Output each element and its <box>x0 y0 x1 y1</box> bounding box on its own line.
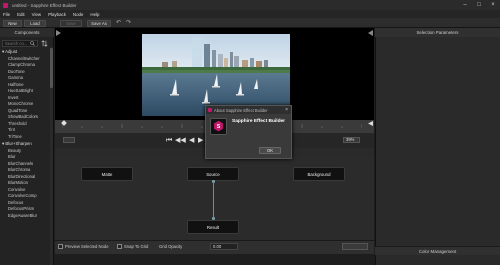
toolbar: New Load Save Save As ↶ ↷ <box>0 18 500 28</box>
menu-bar: File Edit View Playback Node Help <box>0 10 500 18</box>
status-strip <box>55 254 374 265</box>
components-header: Components <box>0 28 54 37</box>
title-bar: untitled - Sapphire Effect Builder <box>0 0 500 10</box>
list-item[interactable]: Convolve <box>8 187 25 193</box>
list-item[interactable]: Halftone <box>8 82 24 88</box>
frame-selector[interactable] <box>63 137 75 143</box>
menu-node[interactable]: Node <box>73 12 84 17</box>
svg-text:S: S <box>217 124 221 130</box>
window-controls: – □ × <box>458 0 500 10</box>
list-item[interactable]: DefocusPrism <box>8 206 34 212</box>
maximize-icon[interactable]: □ <box>472 0 486 10</box>
list-item[interactable]: ShowBadColors <box>8 114 38 120</box>
menu-view[interactable]: View <box>32 12 41 17</box>
sort-icon[interactable] <box>41 40 48 47</box>
list-item[interactable]: Blur <box>8 154 15 160</box>
app-icon <box>208 108 212 112</box>
list-item[interactable]: DuoTone <box>8 69 25 75</box>
node-source[interactable]: Source <box>187 167 239 181</box>
snap-to-grid-label: Snap To Grid <box>124 243 149 249</box>
menu-file[interactable]: File <box>3 12 10 17</box>
menu-playback[interactable]: Playback <box>48 12 66 17</box>
search-icon[interactable] <box>30 41 35 46</box>
dialog-app-name: Sapphire Effect Builder <box>232 119 286 124</box>
node-matte[interactable]: Matte <box>81 167 133 181</box>
list-item[interactable]: BlurChannels <box>8 161 33 167</box>
list-item[interactable]: ConvolveComp <box>8 193 37 199</box>
list-item[interactable]: Invert <box>8 95 18 101</box>
new-button[interactable]: New <box>3 19 22 27</box>
color-management-header[interactable]: Color Management <box>375 246 500 255</box>
list-item[interactable]: Beauty <box>8 148 21 154</box>
preview-image <box>142 34 290 116</box>
list-item[interactable]: ChannelSwitcher <box>8 56 40 62</box>
list-item[interactable]: Threshold <box>8 121 27 127</box>
list-item[interactable]: ClampChroma <box>8 62 35 68</box>
selection-parameters-header: Selection Parameters <box>375 28 500 37</box>
app-icon <box>3 2 8 8</box>
list-item[interactable]: QuadTone <box>8 108 27 114</box>
components-scroll-thumb[interactable] <box>50 48 53 88</box>
grid-opacity-input[interactable]: 0.00 <box>210 243 238 250</box>
dialog-title: About Sapphire Effect Builder <box>214 107 268 113</box>
list-item[interactable]: HueSatBright <box>8 88 33 94</box>
snap-to-grid-checkbox[interactable] <box>117 244 122 249</box>
group-blur-sharpen[interactable]: ▾ Blur+Sharpen <box>2 141 32 147</box>
reverse-icon[interactable]: ◀ <box>189 137 194 144</box>
step-back-icon[interactable]: ◀◀ <box>175 137 186 144</box>
sapphire-logo-icon: S <box>210 118 227 135</box>
list-item[interactable]: Gamma <box>8 75 23 81</box>
dialog-title-bar: About Sapphire Effect Builder × <box>206 106 291 114</box>
zoom-select[interactable]: 39% <box>343 137 360 143</box>
undo-icon[interactable]: ↶ <box>115 20 122 26</box>
node-result[interactable]: Result <box>187 220 239 234</box>
node-connection <box>213 181 214 219</box>
preview-selected-checkbox[interactable] <box>58 244 63 249</box>
window-title: untitled - Sapphire Effect Builder <box>12 2 77 8</box>
about-dialog: About Sapphire Effect Builder × S Sapphi… <box>205 105 292 159</box>
close-icon[interactable]: × <box>285 107 288 113</box>
list-item[interactable]: Defocus <box>8 200 23 206</box>
node-background[interactable]: Background <box>293 167 345 181</box>
preview-selected-label: Preview Selected Node <box>65 243 109 249</box>
viewer-corner-right-icon <box>368 30 373 36</box>
minimize-icon[interactable]: – <box>458 0 472 10</box>
grid-opacity-label: Grid Opacity <box>159 243 183 249</box>
load-button[interactable]: Load <box>24 19 46 27</box>
list-item[interactable]: BlurChroma <box>8 167 30 173</box>
timeline-end-marker-icon[interactable] <box>368 121 373 126</box>
list-item[interactable]: BlurDirectional <box>8 174 35 180</box>
save-button[interactable]: Save <box>60 19 82 27</box>
list-item[interactable]: MonoChrome <box>8 101 33 107</box>
redo-icon[interactable]: ↷ <box>125 20 132 26</box>
list-item[interactable]: Tint <box>8 127 15 133</box>
graph-dropdown[interactable] <box>342 243 368 250</box>
list-item[interactable]: TriTone <box>8 134 22 140</box>
ok-button[interactable]: OK <box>259 147 281 154</box>
save-as-button[interactable]: Save As <box>87 19 111 27</box>
group-adjust[interactable]: ▾ Adjust <box>2 49 17 55</box>
viewer-corner-icon <box>56 30 61 36</box>
components-panel: Components ▾ Adjust ChannelSwitcher Clam… <box>0 28 54 265</box>
list-item[interactable]: BlurMotion <box>8 180 28 186</box>
play-icon[interactable]: ▶ <box>198 137 203 144</box>
list-item[interactable]: EdgeAwareBlur <box>8 213 37 219</box>
go-to-start-icon[interactable]: ⏮ <box>166 137 172 144</box>
parameters-panel <box>375 28 500 265</box>
menu-help[interactable]: Help <box>90 12 99 17</box>
menu-edit[interactable]: Edit <box>17 12 25 17</box>
close-icon[interactable]: × <box>486 0 500 10</box>
